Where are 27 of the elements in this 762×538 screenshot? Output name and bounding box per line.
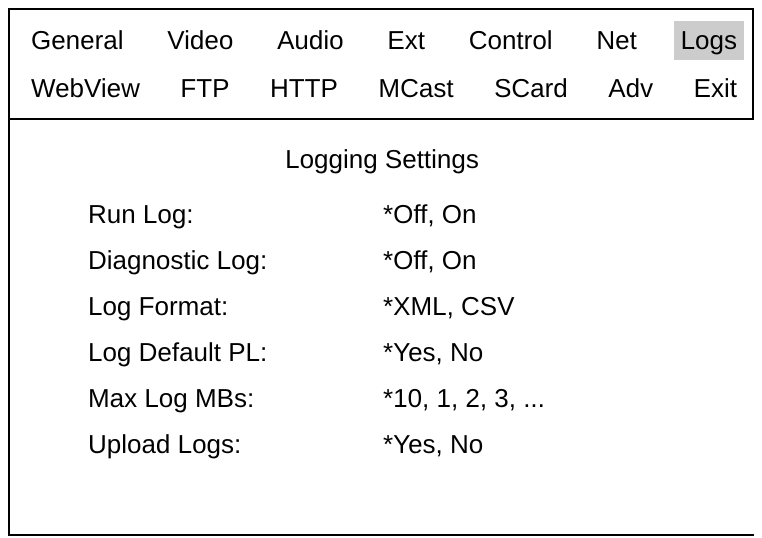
setting-value[interactable]: *Yes, No	[383, 337, 545, 368]
setting-label: Max Log MBs:	[88, 383, 256, 414]
menu-tab[interactable]: Exit	[686, 68, 744, 108]
setting-label: Run Log:	[88, 199, 195, 230]
setting-label: Upload Logs:	[88, 429, 242, 460]
menu-tab[interactable]: Ext	[380, 20, 432, 60]
menu-tab[interactable]: MCast	[371, 68, 461, 108]
menu-tab[interactable]: Adv	[601, 68, 660, 108]
setting-value[interactable]: *10, 1, 2, 3, ...	[383, 383, 545, 414]
menu-tab[interactable]: WebView	[24, 68, 147, 108]
setting-value[interactable]: *Off, On	[383, 245, 545, 276]
menu-tab[interactable]: Video	[160, 20, 240, 60]
menu-tab[interactable]: Control	[462, 20, 560, 60]
menu-tab[interactable]: General	[24, 20, 130, 60]
menu-tab[interactable]: FTP	[173, 68, 236, 108]
menu-tab[interactable]: Net	[589, 20, 644, 60]
setting-label: Log Format:	[88, 291, 230, 322]
menu-tab[interactable]: SCard	[487, 68, 575, 108]
setting-value[interactable]: *Off, On	[383, 199, 545, 230]
settings-title: Logging Settings	[285, 144, 479, 175]
menu-tab[interactable]: HTTP	[263, 68, 345, 108]
setting-label: Diagnostic Log:	[88, 245, 268, 276]
setting-value[interactable]: *XML, CSV	[383, 291, 545, 322]
menu-tab[interactable]: Audio	[270, 20, 351, 60]
setting-value[interactable]: *Yes, No	[383, 429, 545, 460]
menu-tab[interactable]: Logs	[674, 20, 744, 60]
setting-label: Log Default PL:	[88, 337, 268, 368]
